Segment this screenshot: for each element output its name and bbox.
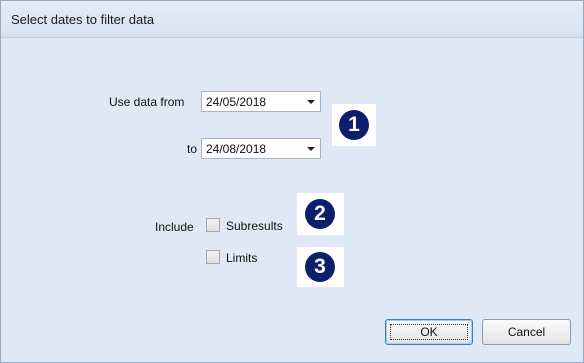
dialog-titlebar: Select dates to filter data <box>1 1 583 38</box>
focus-ring <box>390 324 468 340</box>
callout-3-backdrop: 3 <box>297 247 344 287</box>
to-label: to <box>187 142 198 156</box>
ok-button[interactable]: OK <box>385 319 473 345</box>
callout-2-badge: 2 <box>305 199 335 229</box>
subresults-label: Subresults <box>226 219 283 233</box>
from-label: Use data from <box>109 95 185 109</box>
from-date-value: 24/05/2018 <box>206 95 267 109</box>
subresults-checkbox[interactable] <box>206 218 220 232</box>
dialog-body: Use data from 24/05/2018 to 24/08/2018 1… <box>1 38 583 362</box>
cancel-button-label: Cancel <box>507 325 546 339</box>
chevron-down-icon[interactable] <box>307 147 315 151</box>
to-date-dropdown[interactable]: 24/08/2018 <box>201 138 321 159</box>
limits-label: Limits <box>226 251 258 265</box>
callout-3-badge: 3 <box>305 252 335 282</box>
dialog-title: Select dates to filter data <box>11 12 155 27</box>
chevron-down-icon[interactable] <box>307 100 315 104</box>
cancel-button[interactable]: Cancel <box>482 319 571 345</box>
limits-checkbox[interactable] <box>206 250 220 264</box>
callout-1-backdrop: 1 <box>332 104 376 146</box>
from-date-dropdown[interactable]: 24/05/2018 <box>201 91 321 112</box>
filter-dialog: Select dates to filter data Use data fro… <box>0 0 584 363</box>
include-label: Include <box>155 220 194 234</box>
callout-1-badge: 1 <box>339 110 369 140</box>
to-date-value: 24/08/2018 <box>206 142 267 156</box>
callout-2-backdrop: 2 <box>297 193 344 235</box>
